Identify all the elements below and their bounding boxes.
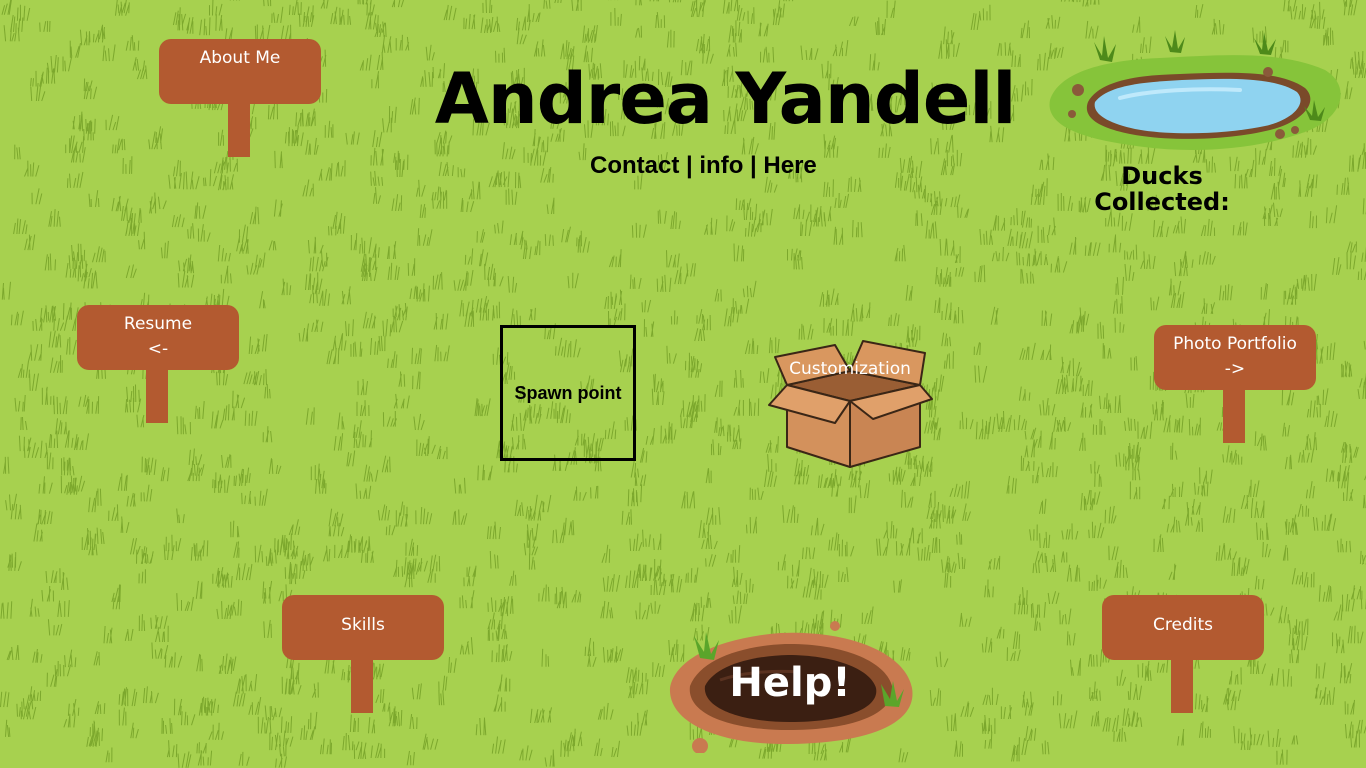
- skills-sign-post: [351, 657, 373, 713]
- skills-sign-label: Skills: [341, 615, 385, 635]
- about-me-sign[interactable]: About Me: [159, 39, 321, 157]
- customization-box[interactable]: Customization: [765, 335, 935, 475]
- resume-sign-label: Resume <-: [123, 314, 193, 359]
- customization-label: Customization: [789, 359, 911, 379]
- spawn-point-label: Spawn point: [514, 382, 622, 403]
- credits-sign-post: [1171, 657, 1193, 713]
- credits-sign[interactable]: Credits: [1102, 595, 1264, 713]
- help-label: Help!: [729, 660, 851, 706]
- help-hole[interactable]: Help!: [660, 618, 920, 754]
- pond-icon: [1049, 30, 1341, 150]
- contact-info: Contact | info | Here: [590, 152, 817, 179]
- resume-sign-post: [146, 367, 168, 423]
- ducks-collected-label: Ducks Collected:: [1094, 162, 1230, 216]
- resume-sign-board: Resume <-: [77, 305, 239, 370]
- resume-sign[interactable]: Resume <-: [77, 305, 239, 423]
- about-me-sign-board: About Me: [159, 39, 321, 104]
- cardboard-box-icon: [768, 340, 933, 468]
- credits-sign-label: Credits: [1153, 615, 1213, 635]
- skills-sign[interactable]: Skills: [282, 595, 444, 713]
- photo-portfolio-sign[interactable]: Photo Portfolio ->: [1154, 325, 1316, 443]
- about-me-sign-label: About Me: [199, 48, 281, 68]
- skills-sign-board: Skills: [282, 595, 444, 660]
- photo-portfolio-sign-label: Photo Portfolio ->: [1173, 334, 1297, 379]
- about-me-sign-post: [228, 101, 250, 157]
- ducks-collected-counter: Ducks Collected:: [1090, 163, 1234, 215]
- spawn-point-box: Spawn point: [500, 325, 636, 461]
- photo-portfolio-sign-board: Photo Portfolio ->: [1154, 325, 1316, 390]
- photo-portfolio-sign-post: [1223, 387, 1245, 443]
- credits-sign-board: Credits: [1102, 595, 1264, 660]
